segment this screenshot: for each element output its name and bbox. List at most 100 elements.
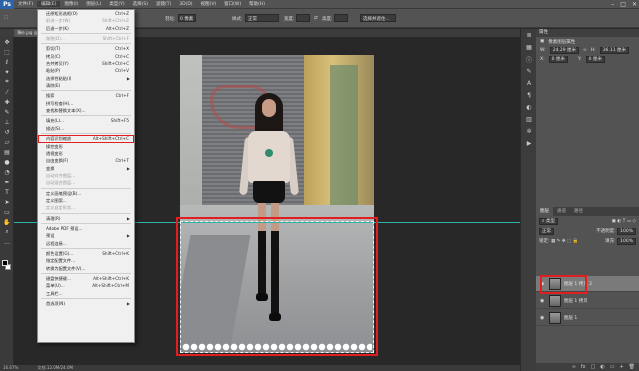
properties-panel-title[interactable]: 属性: [536, 29, 639, 37]
edit-menu-item[interactable]: 搜索 Ctrl+F: [38, 92, 134, 99]
layer-thumbnail[interactable]: [549, 294, 561, 307]
edit-menu-item[interactable]: 描边(S)...: [38, 125, 134, 132]
edit-menu-item[interactable]: 拼写检查(H)...: [38, 100, 134, 107]
height-input[interactable]: [334, 14, 348, 22]
layer-name[interactable]: 图层 1: [564, 315, 577, 321]
height-field[interactable]: 36.11 厘米: [599, 47, 630, 54]
edit-menu-item[interactable]: 自由变换(F) Ctrl+T: [38, 157, 134, 164]
lock-icons[interactable]: ▦ ✎ ✥ ⬚ 🔒: [551, 239, 578, 244]
shape-tool-icon[interactable]: ▭: [0, 207, 14, 217]
lasso-tool-icon[interactable]: ℓ: [0, 57, 14, 67]
edit-menu-item[interactable]: 内容识别缩放 Alt+Shift+Ctrl+C: [38, 135, 134, 143]
layer-name[interactable]: 图层 1 拷贝: [564, 298, 588, 304]
swap-icon[interactable]: ⇄: [314, 16, 318, 21]
fill-field[interactable]: 100%: [617, 238, 636, 245]
edit-menu-item[interactable]: 合并拷贝(Y) Shift+Ctrl+C: [38, 60, 134, 67]
brush-tool-icon[interactable]: ✎: [0, 107, 14, 117]
type-tool-icon[interactable]: T: [0, 187, 14, 197]
hand-tool-icon[interactable]: ✋: [0, 217, 14, 227]
tab-layers[interactable]: 图层: [536, 207, 553, 216]
select-and-mask-button[interactable]: 选择并遮住...: [360, 14, 396, 22]
edit-menu-item[interactable]: 预设 ▶: [38, 232, 134, 239]
marquee-tool-icon[interactable]: ⬚: [0, 47, 14, 57]
mask-icon[interactable]: □: [591, 363, 596, 371]
menu-view[interactable]: 视图(V): [197, 1, 221, 7]
maximize-button[interactable]: □: [620, 1, 626, 8]
move-tool-icon[interactable]: ✥: [0, 37, 14, 47]
brush-panel-icon[interactable]: ✎: [521, 65, 537, 77]
blur-tool-icon[interactable]: ●: [0, 157, 14, 167]
layer-row[interactable]: ◉ 图层 1 拷贝: [536, 293, 639, 309]
menu-type[interactable]: 类型(Y): [105, 1, 128, 7]
adjustments-panel-icon[interactable]: ◐: [521, 101, 537, 113]
edit-menu-item[interactable]: 剪切(T) Ctrl+X: [38, 45, 134, 52]
menu-help[interactable]: 帮助(H): [245, 1, 269, 7]
crop-tool-icon[interactable]: ⌗: [0, 77, 14, 87]
menu-edit[interactable]: 编辑(E): [37, 1, 61, 7]
layer-kind-filter[interactable]: ⌕ 类型: [539, 217, 558, 225]
tab-paths[interactable]: 路径: [570, 207, 587, 216]
new-layer-icon[interactable]: +: [619, 363, 623, 371]
path-select-icon[interactable]: ➤: [0, 197, 14, 207]
layer-thumbnail[interactable]: [549, 311, 561, 324]
edit-menu-item[interactable]: 后退一步(K) Alt+Ctrl+Z: [38, 25, 134, 32]
close-button[interactable]: ✕: [632, 1, 637, 8]
minimize-button[interactable]: –: [611, 1, 614, 8]
zoom-tool-icon[interactable]: ⌕: [0, 227, 14, 237]
edit-menu-item[interactable]: 首选项(N) ▶: [38, 300, 134, 307]
y-field[interactable]: 0 厘米: [585, 56, 605, 63]
edit-menu-item[interactable]: 变换 ▶: [38, 165, 134, 172]
link-layers-icon[interactable]: ∞: [572, 363, 576, 371]
edit-menu-item[interactable]: 菜单(U)... Alt+Shift+Ctrl+M: [38, 282, 134, 289]
healing-brush-icon[interactable]: ✚: [0, 97, 14, 107]
gradient-tool-icon[interactable]: ▤: [0, 147, 14, 157]
group-icon[interactable]: ▭: [610, 363, 615, 371]
fx-icon[interactable]: fx: [581, 363, 586, 371]
dodge-tool-icon[interactable]: ◔: [0, 167, 14, 177]
edit-menu-item[interactable]: 透视变形: [38, 150, 134, 157]
edit-menu-item[interactable]: Adobe PDF 预设...: [38, 225, 134, 232]
edit-menu-item[interactable]: 操控变形: [38, 143, 134, 150]
styles-panel-icon[interactable]: ✲: [521, 125, 537, 137]
edit-menu-item[interactable]: 定义图案...: [38, 197, 134, 204]
width-field[interactable]: 24.29 厘米: [549, 47, 580, 54]
zoom-level[interactable]: 16.67%: [3, 365, 18, 370]
layer-row[interactable]: ◉ 图层 1: [536, 310, 639, 326]
eye-icon[interactable]: ◉: [540, 315, 546, 321]
edit-menu-item[interactable]: 粘贴(P) Ctrl+V: [38, 67, 134, 74]
edit-menu-item[interactable]: 键盘快捷键... Alt+Shift+Ctrl+K: [38, 275, 134, 282]
foreground-color-swatch[interactable]: [2, 260, 8, 266]
edit-menu-item[interactable]: 转换为配置文件(V)...: [38, 265, 134, 272]
edit-menu-item[interactable]: 颜色设置(G)... Shift+Ctrl+K: [38, 250, 134, 257]
menu-window[interactable]: 窗口(W): [220, 1, 245, 7]
menu-layer[interactable]: 图层(L): [82, 1, 105, 7]
feather-input[interactable]: 0 像素: [178, 14, 196, 22]
edit-menu-item[interactable]: 定义画笔预设(B)...: [38, 190, 134, 197]
menu-select[interactable]: 选择(S): [129, 1, 152, 7]
eyedropper-icon[interactable]: ⁄: [0, 87, 14, 97]
edit-menu-item[interactable]: 工具栏...: [38, 290, 134, 297]
eraser-tool-icon[interactable]: ▱: [0, 137, 14, 147]
history-panel-icon[interactable]: ≣: [521, 29, 537, 41]
opacity-field[interactable]: 100%: [617, 228, 636, 235]
menu-file[interactable]: 文件(F): [14, 1, 37, 7]
swatches-panel-icon[interactable]: ▥: [521, 113, 537, 125]
edit-menu-item[interactable]: 清理(R) ▶: [38, 215, 134, 222]
blend-mode-select[interactable]: 正常: [539, 227, 554, 235]
character-panel-icon[interactable]: A: [521, 77, 537, 89]
paragraph-panel-icon[interactable]: ¶: [521, 89, 537, 101]
edit-menu-item[interactable]: 远程连接...: [38, 240, 134, 247]
clone-stamp-icon[interactable]: ⊥: [0, 117, 14, 127]
link-icon[interactable]: ∞: [583, 48, 587, 53]
width-input[interactable]: [296, 14, 310, 22]
trash-icon[interactable]: 🗑: [629, 363, 635, 371]
filter-icons[interactable]: ▣ ◐ T ▭ ◇: [612, 219, 636, 224]
info-panel-icon[interactable]: ⓘ: [521, 53, 537, 65]
history-brush-icon[interactable]: ↺: [0, 127, 14, 137]
pen-tool-icon[interactable]: ✒: [0, 177, 14, 187]
eye-icon[interactable]: ◉: [540, 298, 546, 304]
edit-menu-item[interactable]: 查找和替换文本(X)...: [38, 107, 134, 114]
properties-panel-icon[interactable]: ▦: [521, 41, 537, 53]
tab-channels[interactable]: 通道: [553, 207, 570, 216]
style-select[interactable]: 正常: [245, 14, 279, 22]
